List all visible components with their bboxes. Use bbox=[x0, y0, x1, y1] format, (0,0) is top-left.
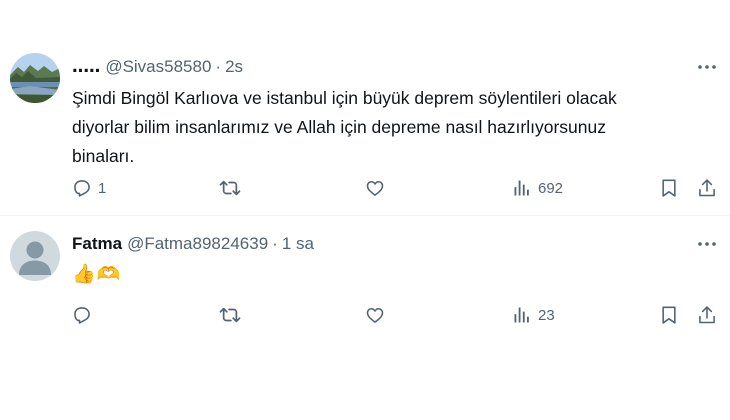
bookmark-button[interactable] bbox=[659, 300, 679, 330]
views-button[interactable]: 23 bbox=[512, 300, 555, 330]
timestamp[interactable]: 2s bbox=[225, 57, 243, 77]
default-profile-silhouette bbox=[10, 231, 60, 281]
tweet-header: Fatma @Fatma89824639 · 1 sa bbox=[72, 232, 314, 256]
separator-dot: · bbox=[215, 57, 222, 76]
views-button[interactable]: 692 bbox=[512, 173, 563, 203]
tweet[interactable]: Fatma @Fatma89824639 · 1 sa 👍 🫶 23 bbox=[0, 216, 730, 336]
views-count: 692 bbox=[538, 179, 564, 197]
reply-count: 1 bbox=[98, 179, 107, 197]
views-icon bbox=[514, 307, 529, 323]
tweet-text-line: diyorlar bilim insanlarımız ve Allah içi… bbox=[72, 117, 606, 137]
more-icon[interactable] bbox=[696, 56, 718, 78]
display-name[interactable]: Fatma bbox=[72, 234, 122, 254]
like-icon bbox=[366, 307, 384, 323]
thumbs-up-emoji: 👍 bbox=[72, 264, 96, 285]
tweet-text-line: Şimdi Bingöl Karlıova ve istanbul için b… bbox=[72, 88, 617, 108]
like-button[interactable] bbox=[365, 300, 391, 330]
repost-button[interactable] bbox=[219, 300, 247, 330]
like-icon bbox=[366, 180, 384, 196]
tweet-text: 👍 🫶 bbox=[72, 262, 120, 288]
heart-hands-emoji: 🫶 bbox=[96, 264, 121, 285]
bookmark-button[interactable] bbox=[659, 173, 679, 203]
repost-button[interactable] bbox=[219, 173, 247, 203]
tweet-text: Şimdi Bingöl Karlıova ve istanbul için b… bbox=[72, 84, 672, 171]
repost-icon bbox=[219, 180, 241, 196]
share-button[interactable] bbox=[697, 300, 717, 330]
separator-dot: · bbox=[272, 234, 278, 253]
share-button[interactable] bbox=[697, 173, 717, 203]
avatar[interactable] bbox=[10, 53, 60, 103]
reply-icon bbox=[74, 307, 90, 324]
reply-icon bbox=[74, 180, 90, 197]
tweet-text-line: binaları. bbox=[72, 146, 135, 166]
user-handle[interactable]: @Fatma89824639 bbox=[127, 234, 268, 254]
bookmark-icon bbox=[662, 179, 676, 197]
timestamp[interactable]: 1 sa bbox=[282, 234, 314, 254]
avatar[interactable] bbox=[10, 231, 60, 281]
tweet-header: ․․․․․ @Sivas58580 · 2s bbox=[72, 55, 243, 79]
views-icon bbox=[514, 180, 529, 196]
reply-button[interactable]: 1 bbox=[72, 173, 106, 203]
like-button[interactable] bbox=[365, 173, 391, 203]
landscape-photo bbox=[10, 53, 60, 103]
display-name[interactable]: ․․․․․ bbox=[72, 57, 100, 77]
action-bar: 1 692 bbox=[0, 173, 730, 203]
tweet[interactable]: ․․․․․ @Sivas58580 · 2s Şimdi Bingöl Karl… bbox=[0, 30, 730, 215]
user-handle[interactable]: @Sivas58580 bbox=[105, 57, 211, 77]
repost-icon bbox=[219, 307, 241, 323]
more-icon[interactable] bbox=[696, 233, 718, 255]
reply-button[interactable] bbox=[72, 300, 98, 330]
bookmark-icon bbox=[662, 306, 676, 324]
views-count: 23 bbox=[538, 306, 555, 324]
action-bar: 23 bbox=[0, 300, 730, 330]
share-icon bbox=[699, 179, 715, 197]
share-icon bbox=[699, 306, 715, 324]
